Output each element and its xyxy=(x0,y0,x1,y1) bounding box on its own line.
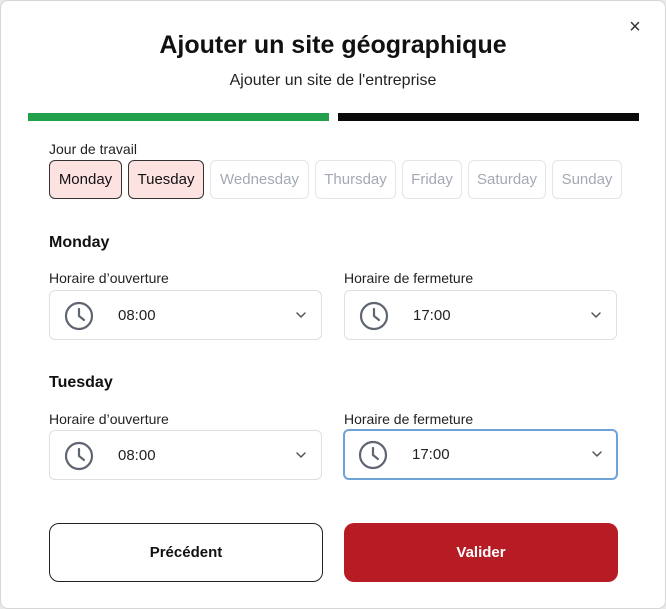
chevron-down-icon xyxy=(296,452,306,458)
clock-icon xyxy=(359,301,389,331)
chevron-down-icon xyxy=(296,312,306,318)
tuesday-opening-time-select[interactable]: 08:00 xyxy=(49,430,322,480)
time-value: 08:00 xyxy=(118,446,156,464)
day-toggle-tuesday[interactable]: Tuesday xyxy=(128,160,204,199)
monday-closing-time-select[interactable]: 17:00 xyxy=(344,290,617,340)
day-toggle-wednesday[interactable]: Wednesday xyxy=(210,160,309,199)
add-site-dialog: × Ajouter un site géographique Ajouter u… xyxy=(0,0,666,609)
closing-time-label: Horaire de fermeture xyxy=(344,411,474,427)
progress-step-2 xyxy=(338,113,639,121)
opening-time-label: Horaire d’ouverture xyxy=(49,270,169,286)
monday-opening-time-select[interactable]: 08:00 xyxy=(49,290,322,340)
day-toggle-friday[interactable]: Friday xyxy=(402,160,462,199)
progress-step-1 xyxy=(28,113,329,121)
working-days-label: Jour de travail xyxy=(49,141,137,157)
day-toggle-monday[interactable]: Monday xyxy=(49,160,122,199)
schedule-title-tuesday: Tuesday xyxy=(49,374,113,391)
working-days-selector: Monday Tuesday Wednesday Thursday Friday… xyxy=(49,160,622,199)
chevron-down-icon xyxy=(591,312,601,318)
closing-time-label: Horaire de fermeture xyxy=(344,270,474,286)
previous-button[interactable]: Précédent xyxy=(49,523,323,582)
day-toggle-sunday[interactable]: Sunday xyxy=(552,160,622,199)
tuesday-closing-time-select[interactable]: 17:00 xyxy=(343,429,618,480)
clock-icon xyxy=(64,441,94,471)
clock-icon xyxy=(358,440,388,470)
day-toggle-thursday[interactable]: Thursday xyxy=(315,160,396,199)
time-value: 17:00 xyxy=(412,446,450,463)
dialog-title: Ajouter un site géographique xyxy=(159,31,507,59)
schedule-title-monday: Monday xyxy=(49,234,110,251)
step-progress xyxy=(28,113,639,121)
submit-button[interactable]: Valider xyxy=(344,523,618,582)
clock-icon xyxy=(64,301,94,331)
day-toggle-saturday[interactable]: Saturday xyxy=(468,160,546,199)
time-value: 17:00 xyxy=(413,306,451,324)
chevron-down-icon xyxy=(592,451,602,457)
dialog-subtitle: Ajouter un site de l'entreprise xyxy=(229,72,437,89)
opening-time-label: Horaire d’ouverture xyxy=(49,411,169,427)
time-value: 08:00 xyxy=(118,306,156,324)
